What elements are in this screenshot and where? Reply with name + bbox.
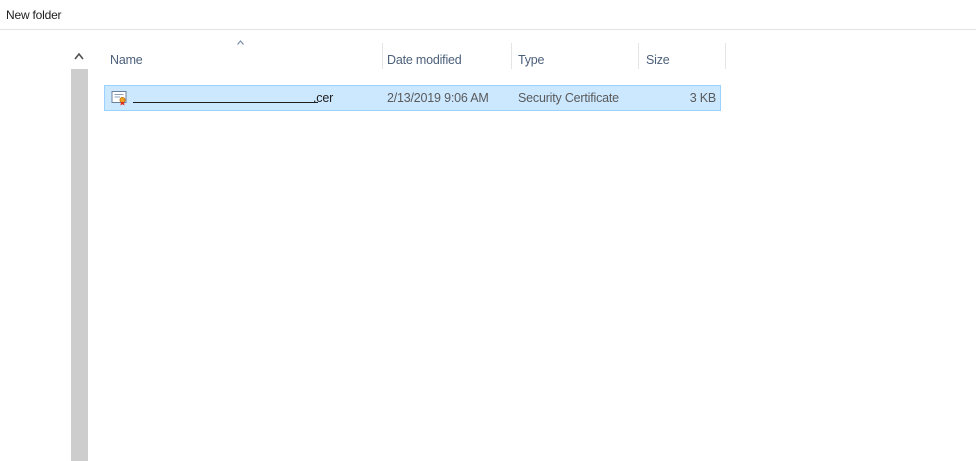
new-folder-button[interactable]: New folder [6,8,62,22]
sort-ascending-icon [237,40,244,45]
file-date-modified: 2/13/2019 9:06 AM [387,91,489,105]
column-header-size-label: Size [646,53,670,67]
column-header-type[interactable]: Type [512,43,638,69]
column-divider[interactable] [725,43,726,69]
column-header-date-label: Date modified [387,53,462,67]
column-headers: Name Date modified Type Size [104,43,726,73]
redacted-file-name [133,102,318,103]
file-type: Security Certificate [518,91,619,105]
file-row[interactable]: .cer 2/13/2019 9:06 AM Security Certific… [104,85,721,111]
column-header-name[interactable]: Name [104,43,382,69]
scroll-up-arrow-icon[interactable] [74,52,84,60]
file-size: 3 KB [689,91,717,105]
file-name-extension: .cer [313,91,334,105]
column-header-date-modified[interactable]: Date modified [383,43,511,69]
vertical-scrollbar[interactable] [71,69,88,461]
column-header-size[interactable]: Size [639,43,725,69]
certificate-icon [111,91,127,106]
command-bar: New folder [0,0,976,30]
column-header-type-label: Type [518,53,545,67]
column-header-name-label: Name [110,53,143,67]
